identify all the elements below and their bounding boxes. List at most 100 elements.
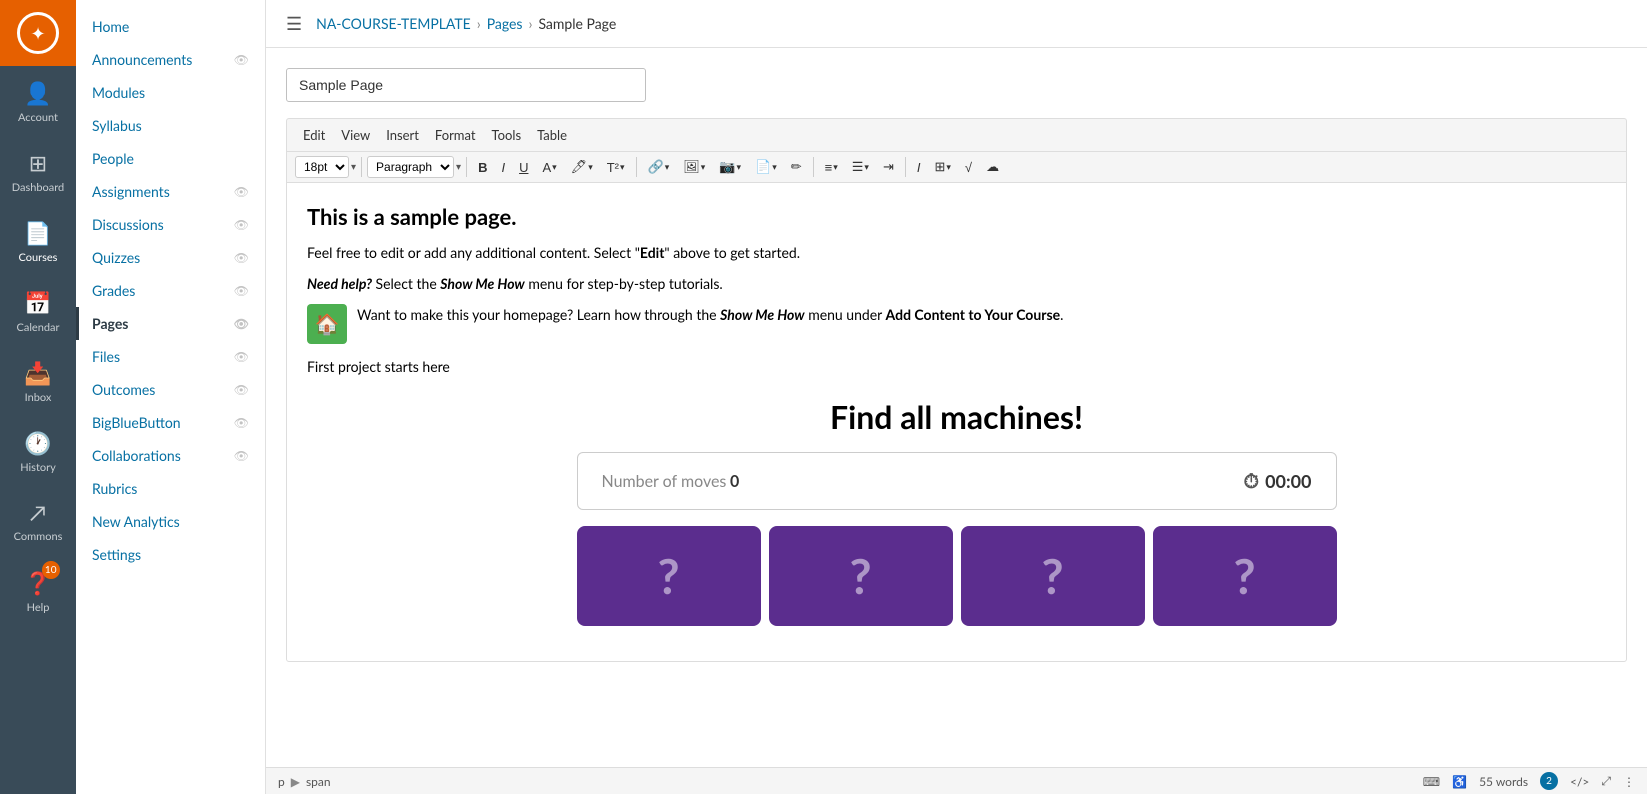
menu-table[interactable]: Table	[529, 123, 575, 147]
nav-files[interactable]: Files 👁	[76, 340, 265, 373]
nav-grades[interactable]: Grades 👁	[76, 274, 265, 307]
pages-eye-icon: 👁	[234, 316, 249, 331]
card-1[interactable]: ?	[577, 526, 761, 626]
nav-people[interactable]: People	[76, 142, 265, 175]
nav-pages[interactable]: Pages 👁	[76, 307, 265, 340]
nav-commons[interactable]: ↗ Commons	[0, 486, 76, 556]
para3-mid: menu under	[805, 306, 886, 323]
logo[interactable]: ✦	[0, 0, 76, 66]
cloud-button[interactable]: ☁	[980, 156, 1005, 178]
align-button[interactable]: ≡ ▾	[819, 157, 844, 178]
italic2-button[interactable]: I	[911, 157, 927, 178]
code-view-icon[interactable]: </>	[1570, 774, 1589, 789]
statusbar-left: p ▶ span	[278, 774, 331, 789]
nav-discussions[interactable]: Discussions 👁	[76, 208, 265, 241]
indent-button[interactable]: ⇥	[877, 156, 900, 178]
font-size-select[interactable]: 18pt	[295, 156, 349, 178]
nav-modules[interactable]: Modules	[76, 76, 265, 109]
statusbar-right: ⌨ ♿ 55 words 2 </> ⤢ ⋮	[1423, 772, 1635, 790]
italic-button[interactable]: I	[495, 157, 511, 178]
para2: Need help? Select the Show Me How menu f…	[307, 273, 1606, 294]
math-button[interactable]: √	[959, 157, 978, 178]
nav-rubrics[interactable]: Rubrics	[76, 472, 265, 505]
keyboard-icon: ⌨	[1423, 774, 1440, 789]
moves-value: 0	[730, 472, 739, 491]
editor-statusbar: p ▶ span ⌨ ♿ 55 words 2 </> ⤢ ⋮	[266, 767, 1647, 794]
timer-icon: ⏱	[1243, 469, 1259, 493]
nav-quizzes[interactable]: Quizzes 👁	[76, 241, 265, 274]
nav-outcomes[interactable]: Outcomes 👁	[76, 373, 265, 406]
nav-history[interactable]: 🕐 History	[0, 416, 76, 486]
grades-eye-icon: 👁	[234, 283, 249, 298]
courses-icon: 📄	[24, 219, 51, 247]
nav-dashboard[interactable]: ⊞ Dashboard	[0, 136, 76, 206]
card-4[interactable]: ?	[1153, 526, 1337, 626]
dashboard-icon: ⊞	[29, 149, 47, 177]
nav-newanalytics[interactable]: New Analytics	[76, 505, 265, 538]
list-button[interactable]: ☰ ▾	[846, 156, 875, 178]
announcements-eye-icon: 👁	[234, 52, 249, 67]
table-button[interactable]: ⊞ ▾	[928, 156, 956, 178]
nav-settings[interactable]: Settings	[76, 538, 265, 571]
page-title-input[interactable]	[286, 68, 646, 102]
para3-bold: Add Content to Your Course	[886, 306, 1061, 323]
toolbar-sep2	[466, 157, 467, 177]
menu-view[interactable]: View	[333, 123, 378, 147]
nav-syllabus[interactable]: Syllabus	[76, 109, 265, 142]
commons-icon: ↗	[30, 499, 47, 526]
link-button[interactable]: 🔗 ▾	[642, 156, 676, 178]
hamburger-menu-icon[interactable]: ☰	[286, 12, 302, 35]
nav-announcements[interactable]: Announcements 👁	[76, 43, 265, 76]
bold-button[interactable]: B	[472, 157, 493, 178]
breadcrumb-course[interactable]: NA-COURSE-TEMPLATE	[316, 15, 471, 32]
global-nav: ✦ 👤 Account ⊞ Dashboard 📄 Courses 📅 Cale…	[0, 0, 76, 794]
superscript-button[interactable]: T² ▾	[601, 157, 631, 178]
nav-bigbluebutton[interactable]: BigBlueButton 👁	[76, 406, 265, 439]
card-2[interactable]: ?	[769, 526, 953, 626]
para3-showmehow: Show Me How	[720, 306, 804, 323]
fullscreen-icon[interactable]: ⤢	[1601, 773, 1611, 789]
game-title: Find all machines!	[307, 397, 1606, 436]
nav-home[interactable]: Home	[76, 10, 265, 43]
nav-help[interactable]: ❓ 10 Help	[0, 556, 76, 626]
highlight-button[interactable]: 🖊 ▾	[565, 156, 599, 178]
embed-button[interactable]: 📄 ▾	[749, 156, 783, 178]
para3: Want to make this your homepage? Learn h…	[357, 304, 1063, 325]
main-content: ☰ NA-COURSE-TEMPLATE › Pages › Sample Pa…	[266, 0, 1647, 794]
toolbar-sep5	[905, 157, 906, 177]
timer-value: 00:00	[1265, 470, 1311, 492]
moves-section: Number of moves 0	[602, 472, 740, 491]
image-button[interactable]: 🖼 ▾	[677, 156, 711, 178]
nav-courses[interactable]: 📄 Courses	[0, 206, 76, 276]
quizzes-eye-icon: 👁	[234, 250, 249, 265]
path-arrow: ▶	[291, 774, 300, 789]
nav-assignments[interactable]: Assignments 👁	[76, 175, 265, 208]
more-options-icon[interactable]: ⋮	[1623, 774, 1635, 789]
menu-insert[interactable]: Insert	[378, 123, 427, 147]
card-3[interactable]: ?	[961, 526, 1145, 626]
nav-account[interactable]: 👤 Account	[0, 66, 76, 136]
para4: First project starts here	[307, 356, 1606, 377]
nav-calendar[interactable]: 📅 Calendar	[0, 276, 76, 346]
menu-edit[interactable]: Edit	[295, 123, 333, 147]
paragraph-select[interactable]: Paragraph	[367, 156, 454, 178]
nav-collaborations[interactable]: Collaborations 👁	[76, 439, 265, 472]
menu-format[interactable]: Format	[427, 123, 484, 147]
para2-needhelp: Need help?	[307, 275, 372, 292]
para2-showmehow: Show Me How	[440, 275, 524, 292]
eraser-button[interactable]: ✏	[785, 156, 808, 178]
path-p: p	[278, 774, 285, 789]
underline-button[interactable]: U	[513, 157, 534, 178]
breadcrumb-sep1: ›	[477, 15, 481, 32]
menu-tools[interactable]: Tools	[484, 123, 530, 147]
toolbar-sep4	[813, 157, 814, 177]
nav-inbox[interactable]: 📥 Inbox	[0, 346, 76, 416]
editor-content[interactable]: This is a sample page. Feel free to edit…	[286, 182, 1627, 662]
editor-toolbar: Edit View Insert Format Tools Table 18pt…	[286, 118, 1627, 182]
toolbar-sep1	[361, 157, 362, 177]
nav-calendar-label: Calendar	[17, 321, 60, 334]
toolbar-sep3	[636, 157, 637, 177]
media-button[interactable]: 📷 ▾	[713, 156, 747, 178]
text-color-button[interactable]: A ▾	[536, 157, 562, 178]
breadcrumb-section[interactable]: Pages	[487, 15, 523, 32]
